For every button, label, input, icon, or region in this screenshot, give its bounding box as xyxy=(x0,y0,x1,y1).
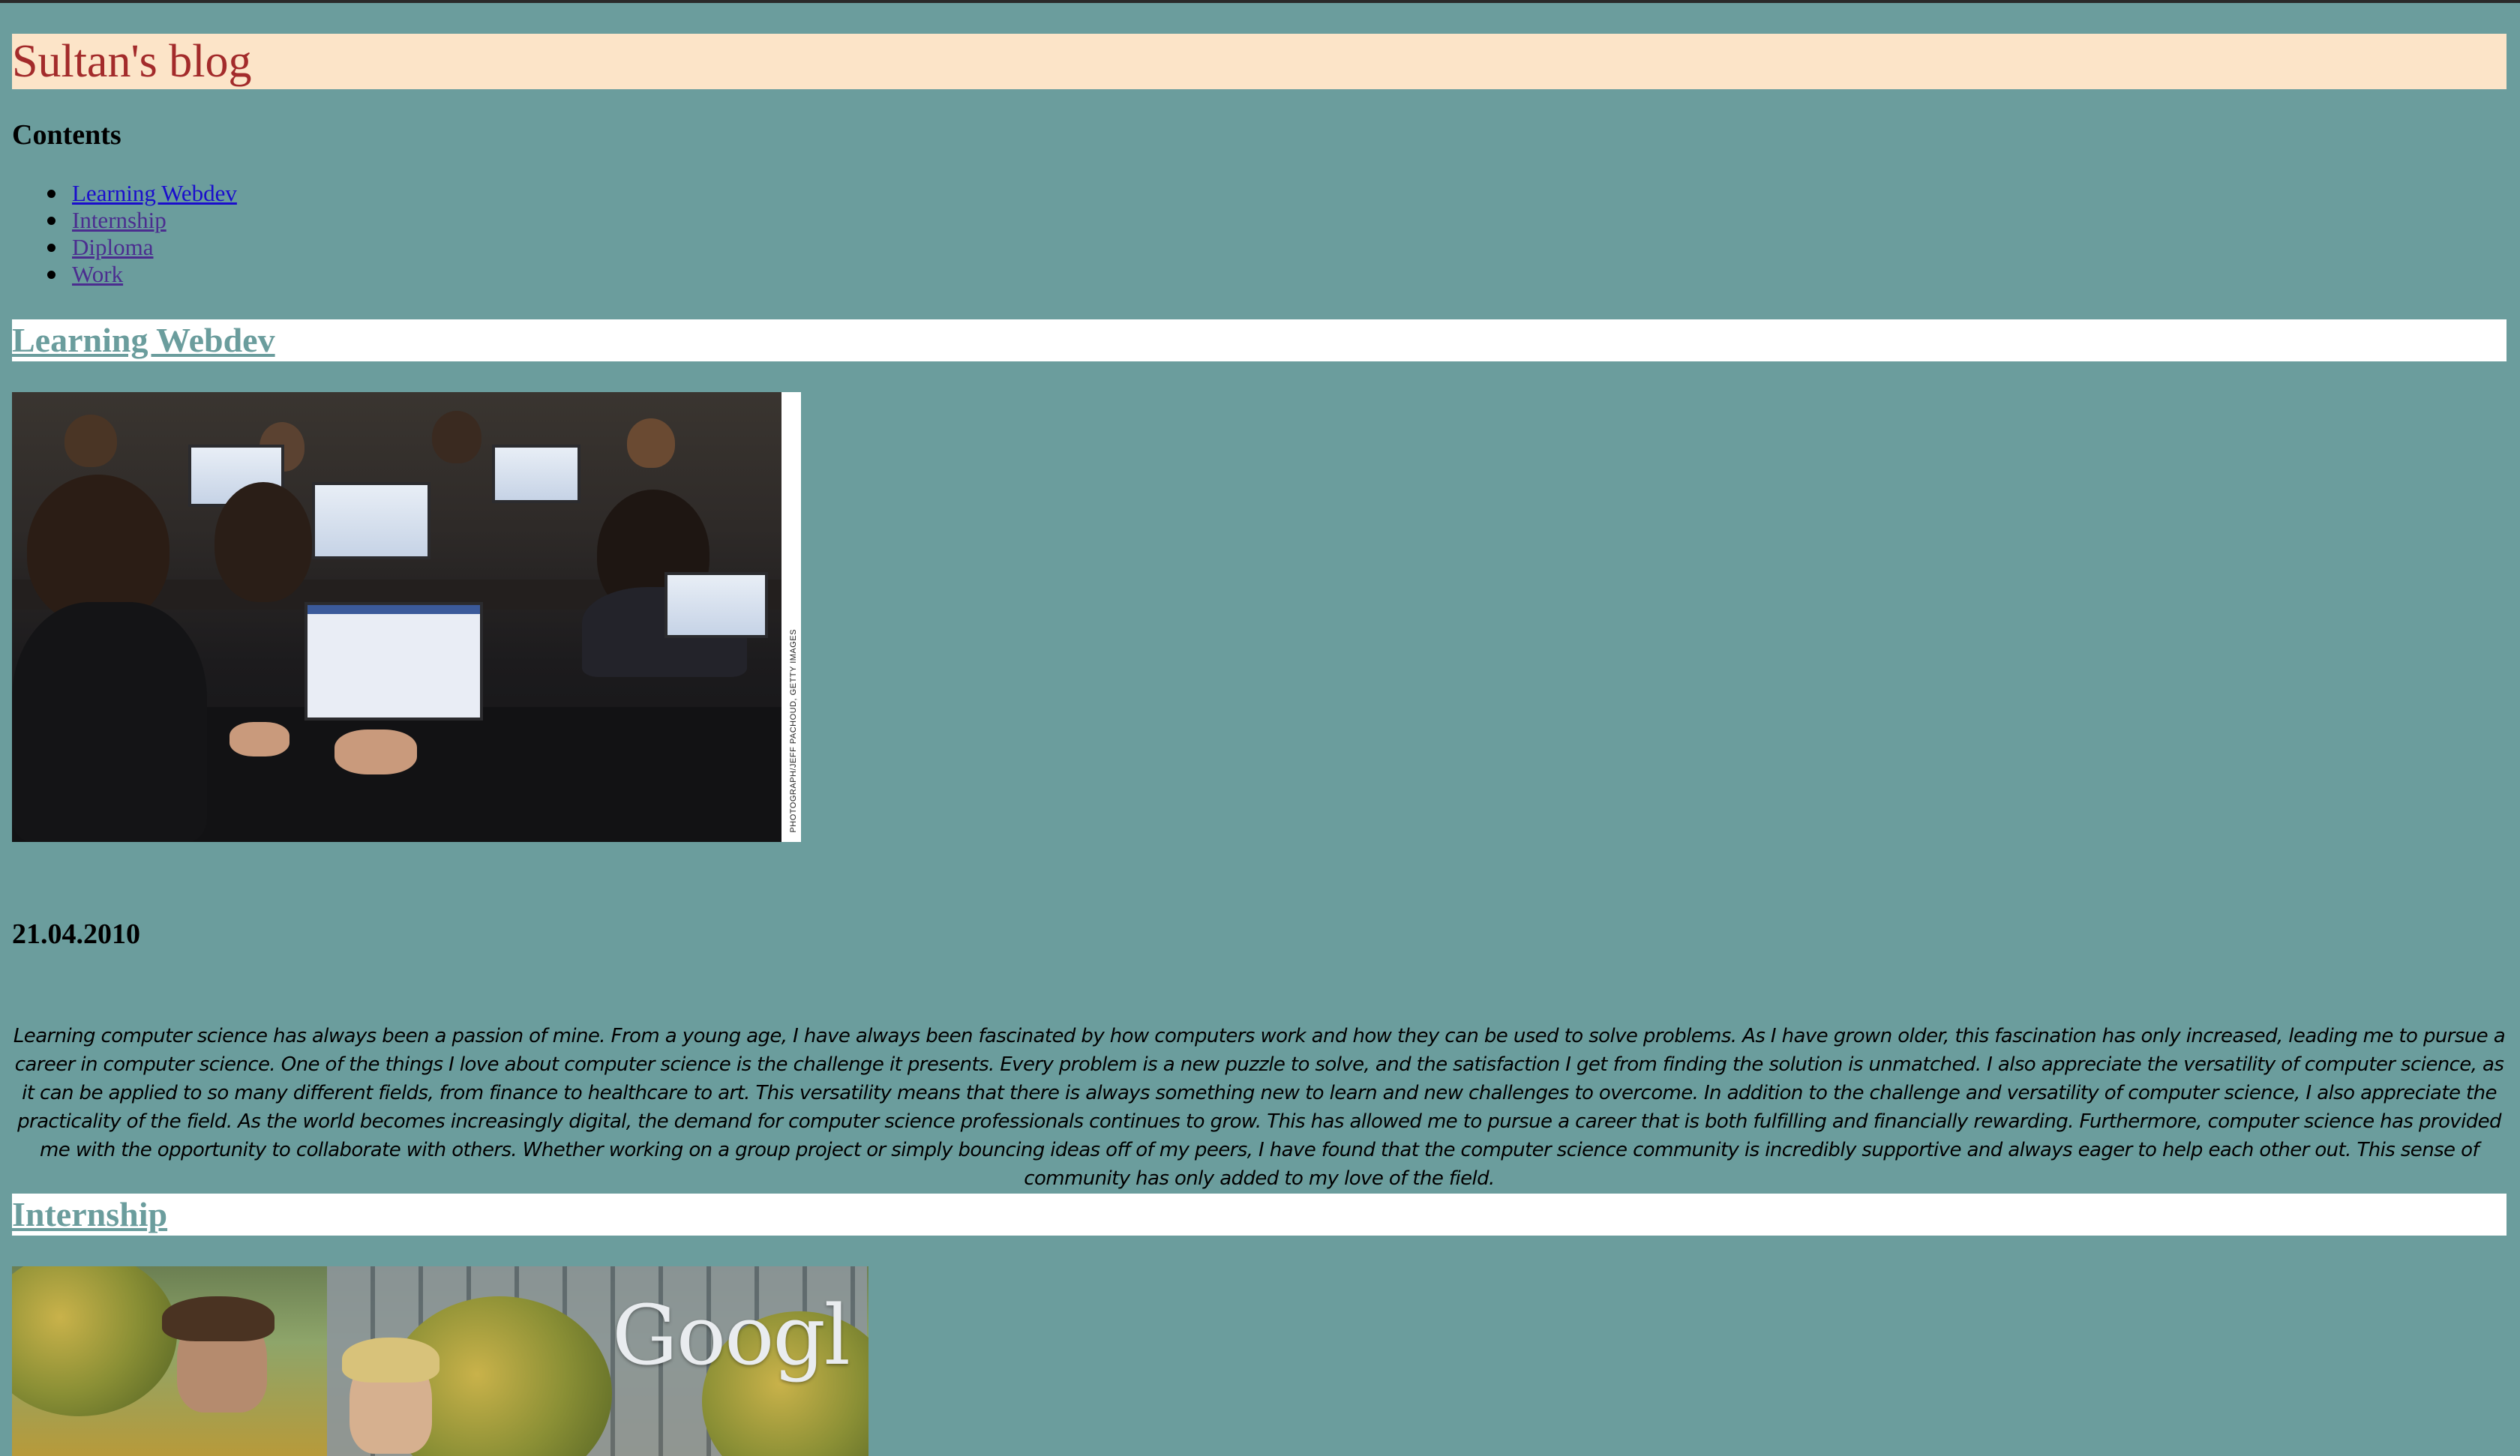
bullet-icon xyxy=(47,217,56,225)
table-of-contents: Learning Webdev Internship Diploma Work xyxy=(12,180,237,288)
toc-item-internship: Internship xyxy=(12,207,237,234)
photo-student-foreground xyxy=(12,602,207,842)
blog-header: Sultan's blog xyxy=(12,34,2506,89)
post-body: Learning computer science has always bee… xyxy=(13,1025,2506,1190)
photo-laptop xyxy=(664,572,768,638)
contents-heading: Contents xyxy=(12,119,122,151)
photo-person-hair xyxy=(342,1338,440,1383)
post-date: 21.04.2010 xyxy=(12,918,140,950)
photo-hand xyxy=(334,729,417,774)
bullet-icon xyxy=(47,190,56,198)
photo-tree xyxy=(12,1266,177,1416)
section-heading-learning-webdev[interactable]: Learning Webdev xyxy=(12,319,275,361)
toc-link-diploma[interactable]: Diploma xyxy=(72,234,154,260)
photo-hand xyxy=(230,722,290,756)
toc-item-diploma: Diploma xyxy=(12,234,237,261)
photo-laptop xyxy=(492,445,580,503)
toc-link-work[interactable]: Work xyxy=(72,261,123,287)
toc-item-work: Work xyxy=(12,261,237,288)
window-top-border xyxy=(0,0,2520,3)
blog-title: Sultan's blog xyxy=(12,36,252,87)
photo-student xyxy=(64,415,117,467)
photo-student xyxy=(627,418,675,468)
photo-student xyxy=(214,482,312,602)
bullet-icon xyxy=(47,244,56,252)
google-office-photo: Googl xyxy=(12,1266,868,1456)
toc-link-learning-webdev[interactable]: Learning Webdev xyxy=(72,180,237,206)
bullet-icon xyxy=(47,271,56,279)
section-heading-internship[interactable]: Internship xyxy=(12,1194,167,1236)
toc-item-learning-webdev: Learning Webdev xyxy=(12,180,237,207)
section-heading-bar-learning-webdev: Learning Webdev xyxy=(12,319,2506,361)
section-heading-bar-internship: Internship xyxy=(12,1194,2506,1236)
photo-sign: Googl xyxy=(612,1287,850,1383)
toc-link-internship[interactable]: Internship xyxy=(72,207,166,233)
photo-laptop xyxy=(312,482,430,559)
photo-credit: PHOTOGRAPH/JEFF PACHOUD, GETTY IMAGES xyxy=(789,629,798,833)
photo-person-hair xyxy=(162,1296,274,1341)
photo-student xyxy=(432,411,482,463)
lecture-hall-photo: PHOTOGRAPH/JEFF PACHOUD, GETTY IMAGES xyxy=(12,392,801,842)
photo-laptop-facebook xyxy=(304,602,483,721)
